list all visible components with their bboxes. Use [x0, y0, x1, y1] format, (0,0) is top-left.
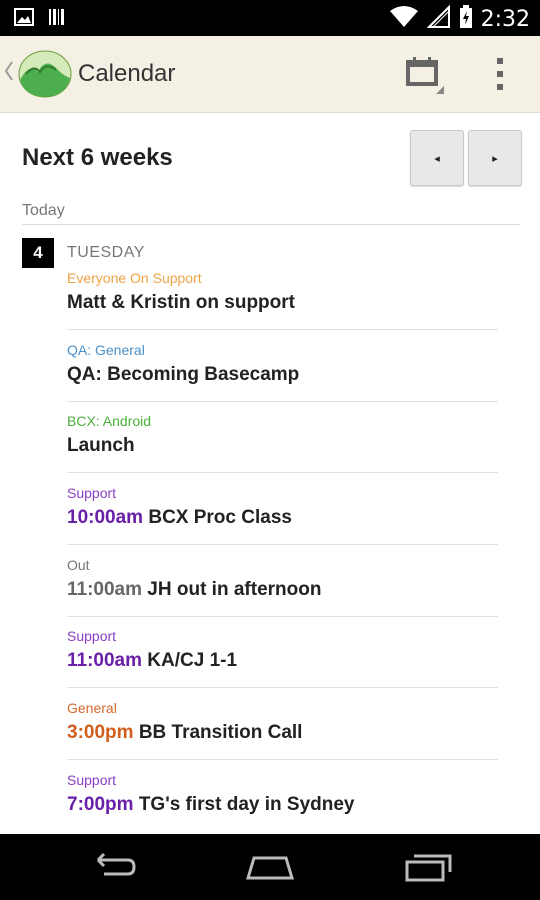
event-item[interactable]: QA: General QA: Becoming Basecamp — [67, 342, 498, 402]
day-name: TUESDAY — [67, 244, 145, 261]
page-title: Next 6 weeks — [22, 144, 173, 171]
event-time: 3:00pm — [67, 722, 134, 743]
calendar-icon[interactable] — [400, 54, 448, 98]
event-title: BB Transition Call — [138, 722, 303, 743]
event-time: 11:00am — [67, 650, 143, 671]
event-line: Launch — [67, 435, 498, 457]
event-title: Launch — [67, 435, 135, 456]
status-left — [14, 8, 66, 31]
back-icon[interactable] — [88, 852, 138, 887]
event-title: BCX Proc Class — [148, 507, 292, 528]
event-item[interactable]: Support 11:00am KA/CJ 1-1 — [67, 628, 498, 688]
event-divider — [67, 472, 498, 473]
event-time: 11:00am — [67, 579, 143, 600]
event-divider — [67, 687, 498, 688]
event-time: 7:00pm — [67, 794, 134, 815]
basecamp-logo-icon[interactable] — [18, 50, 72, 103]
section-divider — [22, 224, 520, 225]
status-right: 2:32 — [389, 4, 530, 34]
event-line: 11:00am KA/CJ 1-1 — [67, 650, 498, 672]
next-arrow-icon: ▸ — [492, 152, 498, 165]
day-number-badge: 4 — [22, 238, 54, 268]
event-item[interactable]: Support 10:00am BCX Proc Class — [67, 485, 498, 545]
event-category: Out — [67, 557, 90, 573]
event-category: Support — [67, 772, 117, 788]
event-line: QA: Becoming Basecamp — [67, 364, 498, 386]
prev-arrow-icon: ◂ — [434, 152, 440, 165]
action-bar: Calendar — [0, 36, 540, 113]
event-item[interactable]: General 3:00pm BB Transition Call — [67, 700, 498, 760]
event-line: Matt & Kristin on support — [67, 292, 498, 314]
app-title: Calendar — [78, 60, 176, 87]
event-item[interactable]: BCX: Android Launch — [67, 413, 498, 473]
event-category: BCX: Android — [67, 413, 152, 429]
back-chevron-icon[interactable] — [4, 60, 14, 88]
event-time: 10:00am — [67, 507, 144, 528]
recents-icon[interactable] — [404, 852, 454, 887]
overflow-menu-icon[interactable] — [488, 56, 512, 92]
event-category: General — [67, 700, 117, 716]
event-line: 7:00pm TG's first day in Sydney — [67, 794, 498, 816]
image-icon — [14, 8, 34, 31]
event-item[interactable]: Everyone On Support Matt & Kristin on su… — [67, 270, 498, 330]
event-item[interactable]: Support 7:00pm TG's first day in Sydney — [67, 772, 498, 816]
status-time: 2:32 — [480, 7, 530, 32]
barcode-icon — [48, 8, 66, 31]
battery-icon — [459, 5, 473, 34]
event-line: 3:00pm BB Transition Call — [67, 722, 498, 744]
event-title: Matt & Kristin on support — [67, 292, 295, 313]
event-divider — [67, 329, 498, 330]
event-divider — [67, 401, 498, 402]
event-category: Support — [67, 485, 117, 501]
prev-period-button[interactable]: ◂ — [410, 130, 464, 186]
section-label-today: Today — [22, 202, 65, 219]
event-divider — [67, 616, 498, 617]
event-title: TG's first day in Sydney — [138, 794, 355, 815]
event-category: Everyone On Support — [67, 270, 202, 286]
wifi-icon — [389, 5, 419, 34]
event-category: QA: General — [67, 342, 145, 358]
event-line: 11:00am JH out in afternoon — [67, 579, 498, 601]
event-title: JH out in afternoon — [147, 579, 322, 600]
event-title: QA: Becoming Basecamp — [67, 364, 300, 385]
event-title: KA/CJ 1-1 — [147, 650, 238, 671]
event-item[interactable]: Out 11:00am JH out in afternoon — [67, 557, 498, 617]
event-divider — [67, 544, 498, 545]
system-nav-bar — [0, 834, 540, 900]
event-line: 10:00am BCX Proc Class — [67, 507, 498, 529]
signal-icon — [426, 4, 451, 34]
status-bar: 2:32 — [0, 0, 540, 36]
next-period-button[interactable]: ▸ — [468, 130, 522, 186]
home-icon[interactable] — [244, 852, 296, 887]
event-category: Support — [67, 628, 117, 644]
event-divider — [67, 759, 498, 760]
